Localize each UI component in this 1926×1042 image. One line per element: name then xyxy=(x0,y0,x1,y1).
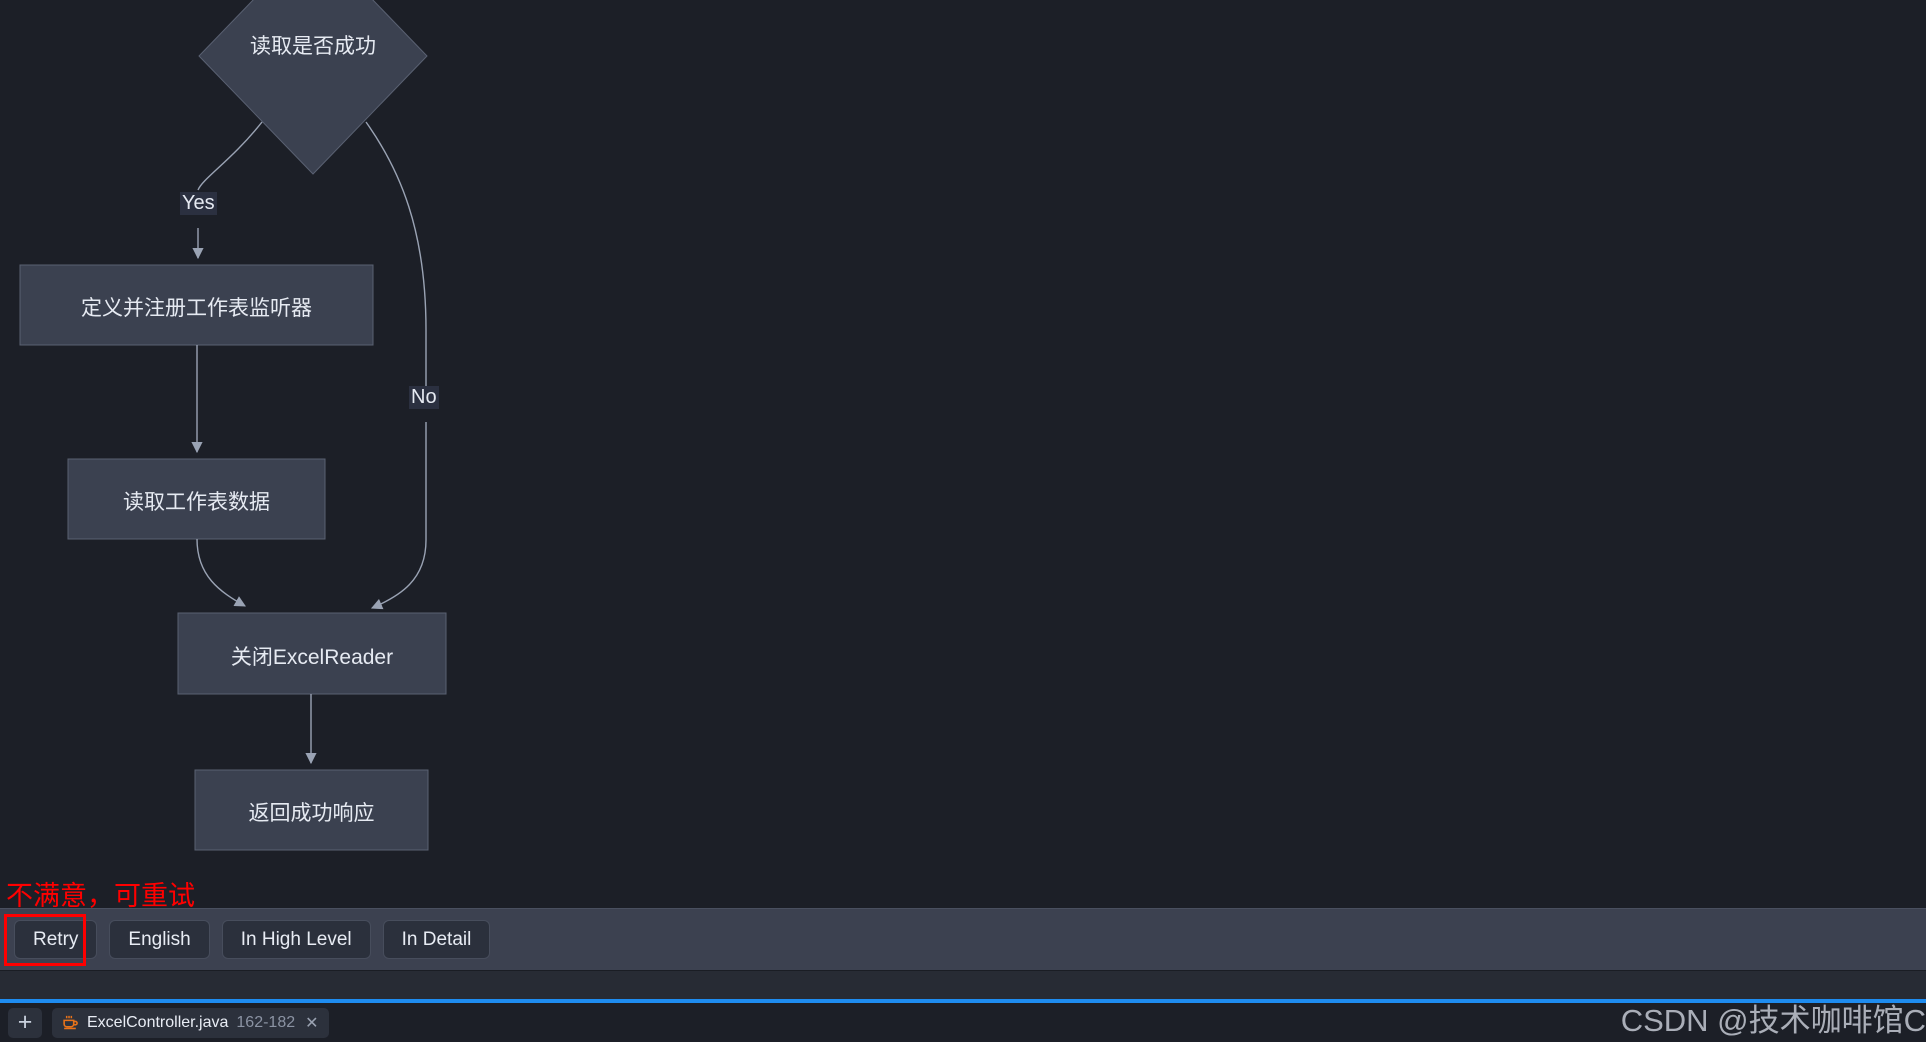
editor-tab-bar: + ExcelController.java 162-182 ✕ xyxy=(0,1003,1926,1042)
edge-label-yes: Yes xyxy=(180,192,217,215)
tab-filename: ExcelController.java xyxy=(87,1013,229,1031)
action-button-bar: Retry English In High Level In Detail xyxy=(0,908,1926,970)
edge-no-to-closereader xyxy=(370,422,427,610)
tab-line-range: 162-182 xyxy=(236,1013,296,1031)
edge-readsheet-closereader xyxy=(196,538,246,607)
in-high-level-button[interactable]: In High Level xyxy=(221,920,371,959)
node-closereader-shape[interactable] xyxy=(177,612,447,695)
edge-label-no: No xyxy=(409,386,439,409)
in-detail-button[interactable]: In Detail xyxy=(382,920,491,959)
node-decision-shape[interactable] xyxy=(198,0,428,175)
edge-decision-register xyxy=(197,121,263,191)
english-button[interactable]: English xyxy=(109,920,210,959)
node-success-shape[interactable] xyxy=(194,769,429,851)
node-register-shape[interactable] xyxy=(19,264,374,346)
panel-divider-strip xyxy=(0,970,1926,1000)
annotation-note: 不满意，可重试 xyxy=(6,881,195,911)
flowchart-svg xyxy=(19,0,447,851)
edge-decision-closereader xyxy=(365,121,427,386)
annotation-highlight-box xyxy=(4,914,86,966)
java-file-icon xyxy=(62,1014,79,1031)
node-readsheet-shape[interactable] xyxy=(67,458,326,540)
close-icon[interactable]: ✕ xyxy=(305,1013,318,1033)
editor-tab[interactable]: ExcelController.java 162-182 ✕ xyxy=(52,1007,329,1038)
new-tab-plus-icon[interactable]: + xyxy=(8,1007,42,1038)
flowchart-canvas[interactable]: 读取是否成功 定义并注册工作表监听器 读取工作表数据 关闭ExcelReader… xyxy=(0,0,1926,908)
